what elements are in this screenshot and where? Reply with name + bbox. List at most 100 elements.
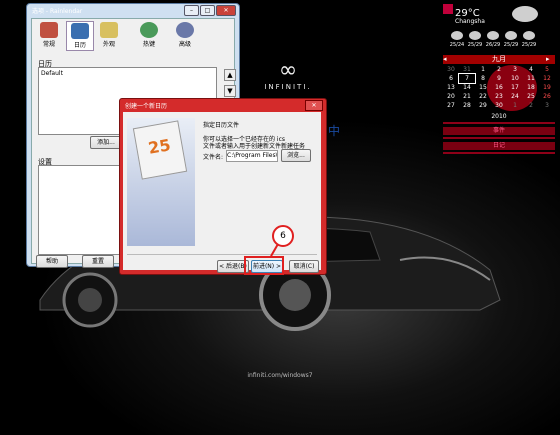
calendar-day[interactable]: 20 <box>443 92 459 101</box>
divider <box>443 152 555 154</box>
tab-appearance[interactable]: 外观 <box>96 21 122 49</box>
calendar-day[interactable]: 5 <box>539 65 555 74</box>
calendar-month-header[interactable]: 九月 <box>443 55 555 64</box>
events-header[interactable]: 事件 <box>443 127 555 135</box>
notes-label: 日记 <box>492 142 505 149</box>
calendar-day[interactable]: 11 <box>523 74 539 83</box>
calendar-page-icon: 25 <box>132 120 188 180</box>
calendar-day[interactable]: 1 <box>475 65 491 74</box>
brand-mark: ∞ <box>278 58 298 83</box>
minimize-button[interactable]: – <box>184 5 199 16</box>
tab-label: 高级 <box>178 41 191 48</box>
calendar-day-today[interactable]: 7 <box>458 73 476 84</box>
tab-general[interactable]: 常规 <box>36 21 62 49</box>
window-title: 选项 - Rainlendar <box>32 8 83 15</box>
move-down-button[interactable]: ▼ <box>224 85 236 97</box>
calendar-day[interactable]: 3 <box>539 101 555 110</box>
calendar-day[interactable]: 31 <box>459 65 475 74</box>
calendar-day[interactable]: 18 <box>523 83 539 92</box>
events-label: 事件 <box>492 127 505 134</box>
calendar-day[interactable]: 30 <box>443 65 459 74</box>
cancel-button[interactable]: 取消(C) <box>289 260 319 273</box>
tab-hotkeys[interactable]: 热键 <box>136 21 162 49</box>
calendar-day[interactable]: 26 <box>539 92 555 101</box>
gear-icon <box>176 22 194 38</box>
brand-url: infiniti.com/windows7 <box>247 372 313 379</box>
calendar-day[interactable]: 27 <box>443 101 459 110</box>
wizard-heading: 指定日历文件 <box>203 122 240 129</box>
calendar-day[interactable]: 21 <box>459 92 475 101</box>
calendar-art-number: 25 <box>146 135 172 158</box>
next-month-icon[interactable]: ▸ <box>546 55 555 64</box>
calendar-day[interactable]: 24 <box>507 92 523 101</box>
tab-advanced[interactable]: 高级 <box>172 21 198 49</box>
weather-city: Changsha <box>455 18 485 25</box>
cloud-icon <box>469 31 481 40</box>
calendar-week: 6 7 8 9 10 11 12 <box>443 73 555 84</box>
cloud-icon <box>523 31 535 40</box>
calendar-year: 2010 <box>491 113 507 120</box>
calendar-day[interactable]: 19 <box>539 83 555 92</box>
wizard-art: 25 <box>127 118 195 246</box>
calendar-week: 27 28 29 30 1 2 3 <box>443 101 555 110</box>
calendar-day[interactable]: 2 <box>491 65 507 74</box>
calendar-day[interactable]: 23 <box>491 92 507 101</box>
list-item[interactable]: Default <box>39 68 216 79</box>
calendar-day[interactable]: 15 <box>475 83 491 92</box>
prev-month-icon[interactable]: ◂ <box>443 55 452 64</box>
brand-logo: ∞ INFINITI. <box>258 58 318 92</box>
calendar-day[interactable]: 3 <box>507 65 523 74</box>
annotation-highlight <box>244 256 284 275</box>
tab-label: 热键 <box>142 41 155 48</box>
help-button[interactable]: 帮助 <box>36 255 68 268</box>
calendar-day[interactable]: 25 <box>523 92 539 101</box>
notes-header[interactable]: 日记 <box>443 142 555 150</box>
calendar-day[interactable]: 16 <box>491 83 507 92</box>
calendar-day[interactable]: 6 <box>443 74 459 83</box>
window-controls: – □ ✕ <box>183 5 236 16</box>
calendar-day[interactable]: 28 <box>459 101 475 110</box>
wizard-close-button[interactable]: ✕ <box>305 100 323 111</box>
calendar-day[interactable]: 1 <box>507 101 523 110</box>
calendar-icon <box>71 23 89 39</box>
reset-button[interactable]: 重置 <box>82 255 114 268</box>
calendar-day[interactable]: 13 <box>443 83 459 92</box>
calendar-day[interactable]: 4 <box>523 65 539 74</box>
calendar-day[interactable]: 17 <box>507 83 523 92</box>
tab-label: 常规 <box>42 41 55 48</box>
calendar-day[interactable]: 8 <box>475 74 491 83</box>
add-button[interactable]: 添加... <box>90 136 122 149</box>
calendar-day[interactable]: 14 <box>459 83 475 92</box>
calendar-month: 九月 <box>492 55 506 63</box>
maximize-button[interactable]: □ <box>200 5 215 16</box>
close-button[interactable]: ✕ <box>216 5 236 16</box>
forecast-day: 25/24 <box>449 42 465 48</box>
notepad-icon <box>100 22 118 38</box>
calendar-day[interactable]: 30 <box>491 101 507 110</box>
calendar-day[interactable]: 2 <box>523 101 539 110</box>
calendar-week: 20 21 22 23 24 25 26 <box>443 92 555 101</box>
cloud-icon <box>451 31 463 40</box>
wizard-client-area: 25 指定日历文件 你可以选择一个已经存在的 ics 文件或者输入用于创建新文件… <box>123 112 321 273</box>
brand-wordmark: INFINITI. <box>264 83 312 91</box>
calendar-day[interactable]: 9 <box>491 74 507 83</box>
forecast-day: 25/29 <box>467 42 483 48</box>
calendar-day[interactable]: 12 <box>539 74 555 83</box>
wizard-title: 创建一个新日历 <box>125 103 168 110</box>
divider <box>443 137 555 139</box>
move-up-button[interactable]: ▲ <box>224 69 236 81</box>
calendar-day[interactable]: 10 <box>507 74 523 83</box>
new-calendar-wizard: 创建一个新日历 ✕ 25 指定日历文件 你可以选择一个已经存在的 ics 文件或… <box>119 98 327 275</box>
forecast-day: 25/29 <box>503 42 519 48</box>
tab-calendars[interactable]: 日历 <box>66 21 94 51</box>
calendar-week: 30 31 1 2 3 4 5 <box>443 65 555 74</box>
file-name-label: 文件名: <box>203 154 224 161</box>
calendar-day[interactable]: 22 <box>475 92 491 101</box>
cloud-icon <box>505 31 517 40</box>
globe-icon <box>140 22 158 38</box>
file-name-input[interactable]: C:\Program Files\ <box>226 150 278 162</box>
divider <box>443 122 555 124</box>
stray-desktop-text: 中 <box>328 124 341 138</box>
calendar-day[interactable]: 29 <box>475 101 491 110</box>
browse-button[interactable]: 浏览... <box>281 149 311 162</box>
